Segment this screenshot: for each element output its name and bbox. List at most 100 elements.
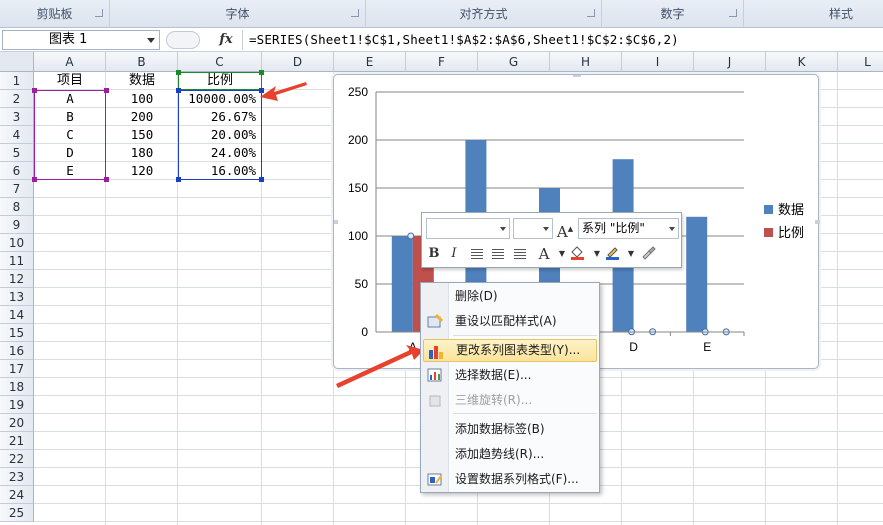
- dialog-launcher-icon[interactable]: [729, 9, 737, 17]
- chevron-down-icon[interactable]: [500, 227, 506, 231]
- grow-font-button[interactable]: A▲: [555, 219, 575, 241]
- formula-input[interactable]: =SERIES(Sheet1!$C$1,Sheet1!$A$2:$A$6,She…: [242, 30, 679, 50]
- row-header-19[interactable]: 19: [0, 396, 34, 414]
- context-menu: 删除(D) 重设以匹配样式(A) 更改系列图表类型(Y)... 选择数据(E)... 三…: [420, 282, 600, 493]
- dialog-launcher-icon[interactable]: [587, 9, 595, 17]
- chevron-down-icon[interactable]: [543, 227, 549, 231]
- menu-item-7[interactable]: 添加趋势线(R)...: [423, 443, 597, 466]
- range-handle[interactable]: [176, 70, 181, 75]
- column-header-j[interactable]: J: [694, 52, 766, 72]
- column-header-b[interactable]: B: [106, 52, 178, 72]
- row-header-18[interactable]: 18: [0, 378, 34, 396]
- font-name-combo[interactable]: [426, 218, 510, 239]
- cell-B1[interactable]: 数据: [106, 72, 178, 90]
- cell-B4[interactable]: 150: [106, 126, 178, 144]
- row-header-17[interactable]: 17: [0, 360, 34, 378]
- range-handle[interactable]: [176, 177, 181, 182]
- series-select-combo[interactable]: 系列 "比例": [578, 218, 679, 239]
- range-handle[interactable]: [32, 177, 37, 182]
- row-header-2[interactable]: 2: [0, 90, 34, 108]
- cell-B2[interactable]: 100: [106, 90, 178, 108]
- menu-item-4[interactable]: 选择数据(E)...: [423, 364, 597, 387]
- selection-handle[interactable]: [407, 232, 415, 240]
- dialog-launcher-icon[interactable]: [351, 9, 359, 17]
- bar-series1-a[interactable]: [391, 236, 413, 332]
- menu-item-6[interactable]: 添加数据标签(B): [423, 418, 597, 441]
- range-handle[interactable]: [176, 88, 181, 93]
- row-header-20[interactable]: 20: [0, 414, 34, 432]
- row-header-11[interactable]: 11: [0, 252, 34, 270]
- menu-item-1[interactable]: 删除(D): [423, 285, 597, 308]
- chevron-down-icon[interactable]: [147, 38, 155, 43]
- row-header-7[interactable]: 7: [0, 180, 34, 198]
- chevron-down-icon[interactable]: [669, 227, 675, 231]
- chart-resize-handle[interactable]: [573, 75, 581, 77]
- row-header-14[interactable]: 14: [0, 306, 34, 324]
- row-header-3[interactable]: 3: [0, 108, 34, 126]
- legend-label-1[interactable]: 数据: [778, 203, 804, 218]
- range-handle[interactable]: [32, 88, 37, 93]
- column-header-a[interactable]: A: [34, 52, 106, 72]
- menu-item-8[interactable]: 设置数据系列格式(F)...: [423, 468, 597, 491]
- bar-series1-e[interactable]: [686, 216, 708, 332]
- name-box[interactable]: 图表 1: [2, 30, 160, 50]
- align-right-button[interactable]: [510, 244, 530, 264]
- range-handle[interactable]: [259, 70, 264, 75]
- row-header-24[interactable]: 24: [0, 486, 34, 504]
- row-header-22[interactable]: 22: [0, 450, 34, 468]
- row-header-25[interactable]: 25: [0, 504, 34, 522]
- chart-resize-handle[interactable]: [815, 220, 820, 224]
- row-header-15[interactable]: 15: [0, 324, 34, 342]
- row-header-5[interactable]: 5: [0, 144, 34, 162]
- row-header-6[interactable]: 6: [0, 162, 34, 180]
- column-header-c[interactable]: C: [178, 52, 262, 72]
- cell-B5[interactable]: 180: [106, 144, 178, 162]
- align-center-button[interactable]: [488, 244, 508, 264]
- select-all-corner[interactable]: [0, 52, 34, 72]
- range-handle[interactable]: [104, 177, 109, 182]
- legend-label-2[interactable]: 比例: [778, 226, 804, 241]
- bold-button[interactable]: B: [424, 244, 444, 264]
- dialog-launcher-icon[interactable]: [95, 9, 103, 17]
- insert-function-icon[interactable]: fx: [215, 31, 237, 49]
- fill-color-button[interactable]: [567, 244, 587, 264]
- column-header-f[interactable]: F: [406, 52, 478, 72]
- row-header-8[interactable]: 8: [0, 198, 34, 216]
- italic-button[interactable]: I: [444, 244, 464, 264]
- row-header-9[interactable]: 9: [0, 216, 34, 234]
- align-left-button[interactable]: [467, 244, 487, 264]
- chart-resize-handle[interactable]: [334, 220, 338, 224]
- font-color-button[interactable]: A: [534, 244, 554, 264]
- row-header-10[interactable]: 10: [0, 234, 34, 252]
- row-header-4[interactable]: 4: [0, 126, 34, 144]
- row-header-1[interactable]: 1: [0, 72, 34, 90]
- cell-B6[interactable]: 120: [106, 162, 178, 180]
- cell-B3[interactable]: 200: [106, 108, 178, 126]
- legend-swatch-2[interactable]: [764, 228, 773, 237]
- column-header-l[interactable]: L: [838, 52, 883, 72]
- column-header-e[interactable]: E: [334, 52, 406, 72]
- y-tick-label: 0: [361, 325, 368, 339]
- column-header-i[interactable]: I: [622, 52, 694, 72]
- font-size-combo[interactable]: [513, 218, 553, 239]
- column-header-d[interactable]: D: [262, 52, 334, 72]
- row-header-12[interactable]: 12: [0, 270, 34, 288]
- range-handle[interactable]: [104, 88, 109, 93]
- row-header-21[interactable]: 21: [0, 432, 34, 450]
- column-header-k[interactable]: K: [766, 52, 838, 72]
- row-header-23[interactable]: 23: [0, 468, 34, 486]
- row-header-13[interactable]: 13: [0, 288, 34, 306]
- ribbon-group-alignment: 对齐方式: [366, 0, 602, 28]
- column-header-g[interactable]: G: [478, 52, 550, 72]
- range-handle[interactable]: [259, 177, 264, 182]
- row-header-16[interactable]: 16: [0, 342, 34, 360]
- y-tick-label: 50: [355, 277, 369, 291]
- cell-A1[interactable]: 项目: [34, 72, 106, 90]
- outline-color-button[interactable]: [602, 244, 622, 264]
- menu-item-3[interactable]: 更改系列图表类型(Y)...: [423, 339, 597, 362]
- column-header-h[interactable]: H: [550, 52, 622, 72]
- format-painter-button[interactable]: [638, 244, 658, 264]
- formula-bar-resize-handle[interactable]: [166, 31, 200, 49]
- menu-item-2[interactable]: 重设以匹配样式(A): [423, 310, 597, 333]
- legend-swatch-1[interactable]: [764, 205, 773, 214]
